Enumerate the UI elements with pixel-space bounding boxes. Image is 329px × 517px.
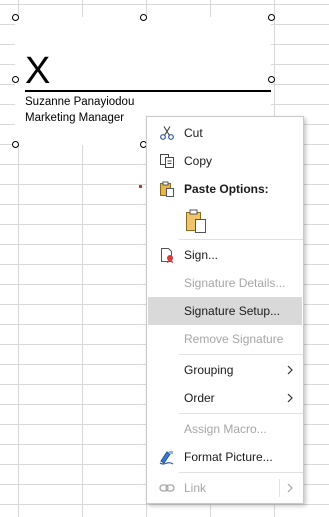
menu-item-label: Signature Details... [184, 276, 286, 290]
paste-keep-formatting-icon [184, 209, 208, 235]
resize-handle-top-left[interactable] [12, 14, 19, 21]
paste-option-button[interactable] [147, 205, 303, 239]
menu-item-grouping[interactable]: Grouping [147, 356, 303, 384]
menu-item-label: Link [184, 481, 207, 495]
menu-separator [179, 413, 303, 414]
chevron-right-icon [285, 480, 295, 496]
menu-item-label: Cut [184, 126, 203, 140]
menu-item-label: Order [184, 391, 215, 405]
link-icon [159, 480, 175, 496]
menu-item-remove-signature[interactable]: Remove Signature [147, 325, 303, 353]
menu-item-label: Grouping [184, 363, 234, 377]
menu-item-signature-setup[interactable]: Signature Setup... [148, 297, 302, 325]
signature-line [25, 90, 271, 92]
menu-item-cut[interactable]: Cut [147, 119, 303, 147]
cell-marker [139, 185, 142, 188]
signer-title: Marketing Manager [25, 112, 125, 124]
scissors-icon [159, 125, 175, 141]
chevron-right-icon [285, 390, 295, 406]
menu-item-copy[interactable]: Copy [147, 147, 303, 175]
menu-item-label: Sign... [184, 248, 219, 262]
copy-icon [159, 153, 175, 169]
signature-x-mark: X [25, 50, 51, 92]
menu-item-sign[interactable]: Sign... [147, 241, 303, 269]
submenu-divider [279, 479, 280, 497]
paste-icon [159, 181, 175, 197]
menu-item-paste-options: Paste Options: [147, 175, 303, 203]
menu-item-assign-macro[interactable]: Assign Macro... [147, 415, 303, 443]
chevron-right-icon [285, 362, 295, 378]
menu-item-label: Paste Options: [184, 182, 269, 196]
menu-separator [179, 354, 303, 355]
signer-name: Suzanne Panayiodou [25, 96, 135, 108]
menu-separator [179, 472, 303, 473]
menu-item-label: Remove Signature [184, 332, 284, 346]
menu-item-label: Copy [184, 154, 213, 168]
resize-handle-top-right[interactable] [268, 14, 275, 21]
sign-icon [159, 247, 175, 264]
menu-item-signature-details[interactable]: Signature Details... [147, 269, 303, 297]
menu-item-order[interactable]: Order [147, 384, 303, 412]
resize-handle-bottom-left[interactable] [12, 141, 19, 148]
resize-handle-middle-left[interactable] [12, 76, 19, 83]
menu-separator [179, 239, 303, 240]
context-menu: Cut Copy Paste Options: Sign... Signatur… [146, 116, 304, 504]
resize-handle-middle-right[interactable] [268, 76, 275, 83]
format-picture-icon [159, 449, 175, 465]
menu-item-label: Signature Setup... [184, 304, 281, 318]
resize-handle-top-center[interactable] [140, 14, 147, 21]
menu-item-label: Format Picture... [184, 450, 273, 464]
menu-item-format-picture[interactable]: Format Picture... [147, 443, 303, 471]
menu-item-label: Assign Macro... [184, 422, 267, 436]
